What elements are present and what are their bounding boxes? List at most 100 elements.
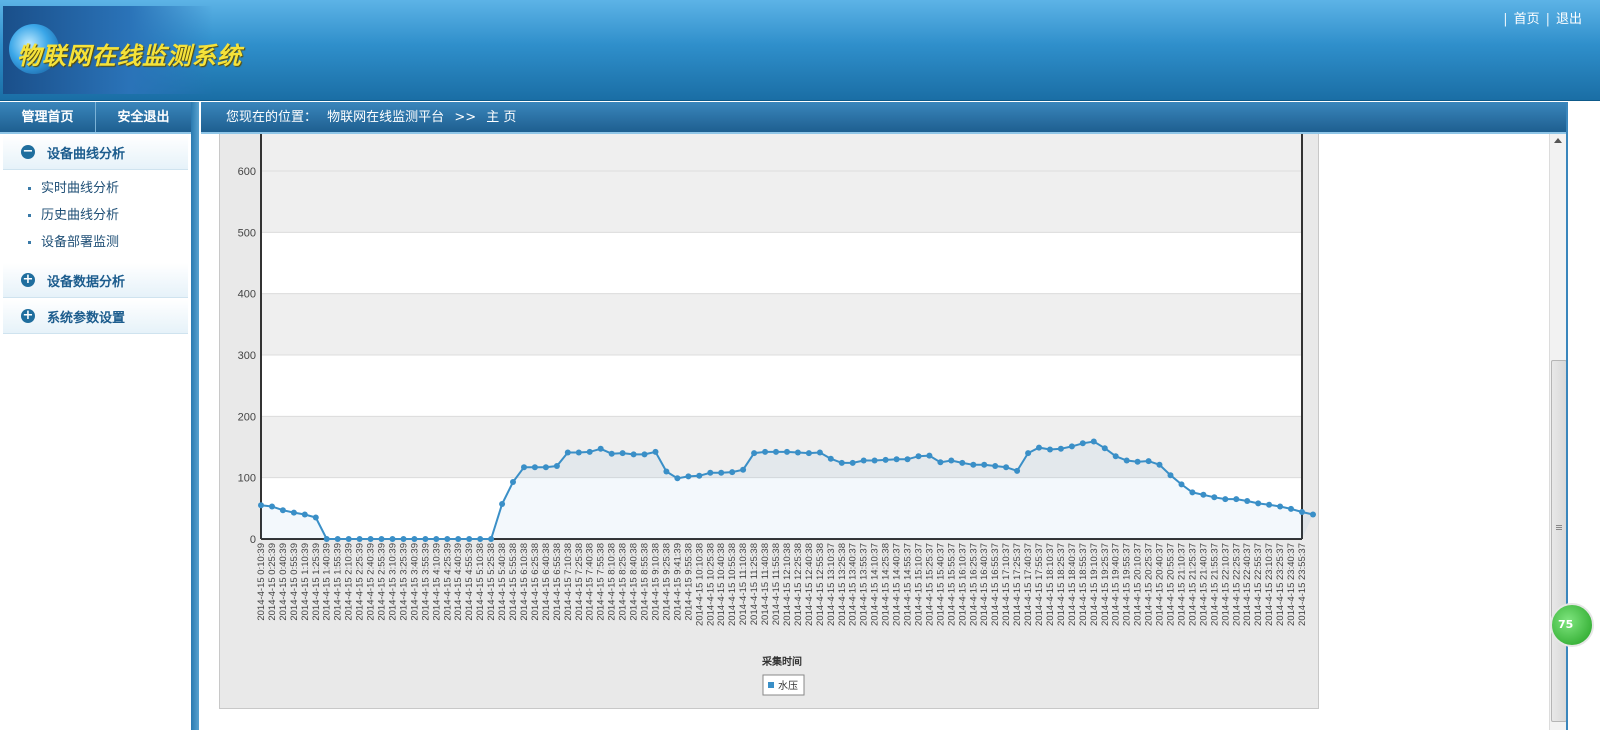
x-tick-label: 2014-4-15 19:40:37 — [1111, 543, 1122, 626]
data-point — [1244, 498, 1251, 504]
data-point — [1036, 444, 1042, 451]
x-tick-label: 2014-4-15 1:10:39 — [300, 543, 311, 621]
x-tick-label: 2014-4-15 15:55:37 — [946, 543, 957, 626]
x-tick-label: 2014-4-15 13:40:37 — [848, 543, 859, 626]
data-point — [378, 536, 385, 542]
sidebar-tabs: 管理首页 安全退出 — [0, 102, 191, 134]
data-point — [1277, 503, 1284, 510]
data-point — [553, 463, 560, 469]
x-tick-label: 2014-4-15 3:10:39 — [387, 543, 398, 621]
scroll-up-icon[interactable] — [1554, 138, 1562, 143]
sidebar-item-deployment-monitor[interactable]: 设备部署监测 — [0, 229, 191, 256]
x-tick-label: 2014-4-15 9:25:38 — [661, 543, 672, 621]
x-tick-label: 2014-4-15 2:10:39 — [344, 543, 355, 621]
x-tick-label: 2014-4-15 10:25:38 — [705, 543, 716, 626]
tab-admin-home[interactable]: 管理首页 — [0, 102, 95, 132]
data-point — [367, 536, 374, 542]
menu-group-data-analysis[interactable]: + 设备数据分析 — [3, 263, 188, 298]
submenu-curve-analysis: 实时曲线分析 历史曲线分析 设备部署监测 — [0, 171, 191, 262]
data-point — [751, 450, 758, 457]
main-content: 0 100 200 300 400 500 600 2014-4-15 0:10:39 2014… — [201, 134, 1549, 730]
menu-group-label: 系统参数设置 — [47, 310, 126, 326]
grid-band — [261, 171, 1302, 233]
data-point — [531, 464, 538, 471]
y-tick-label: 500 — [238, 227, 256, 239]
tab-safe-logout[interactable]: 安全退出 — [95, 102, 191, 132]
data-point — [586, 448, 593, 455]
data-point — [1255, 500, 1262, 507]
plus-circle-icon: + — [21, 308, 35, 323]
x-tick-label: 2014-4-15 8:10:38 — [607, 543, 618, 621]
data-point — [619, 450, 626, 457]
x-tick-label: 2014-4-15 7:55:38 — [596, 543, 607, 621]
y-tick-label: 100 — [238, 473, 256, 485]
scroll-thumb[interactable] — [1551, 360, 1567, 722]
data-point — [477, 536, 484, 542]
data-point — [301, 511, 308, 518]
x-tick-label: 2014-4-15 9:41:39 — [672, 543, 683, 621]
x-tick-label: 2014-4-15 5:55:38 — [508, 543, 519, 621]
sidebar-splitter[interactable] — [191, 102, 199, 730]
menu-group-system-settings[interactable]: + 系统参数设置 — [3, 299, 188, 334]
x-tick-label: 2014-4-15 20:25:37 — [1144, 543, 1155, 626]
x-tick-label: 2014-4-15 4:10:39 — [431, 543, 442, 621]
x-tick-label: 2014-4-15 2:25:39 — [355, 543, 366, 621]
x-tick-label: 2014-4-15 0:40:39 — [278, 543, 289, 621]
grip-icon — [1556, 525, 1562, 526]
data-point — [433, 536, 440, 542]
data-point — [1178, 481, 1185, 488]
data-point — [981, 461, 988, 468]
data-point — [1123, 457, 1130, 464]
x-tick-label: 2014-4-15 0:55:39 — [289, 543, 300, 621]
x-tick-label: 2014-4-15 3:25:39 — [398, 543, 409, 621]
x-tick-label: 2014-4-15 0:10:39 — [256, 543, 267, 621]
x-tick-label: 2014-4-15 2:55:39 — [377, 543, 388, 621]
data-point — [1003, 464, 1010, 471]
x-tick-label: 2014-4-15 15:25:37 — [924, 543, 935, 626]
sidebar-item-realtime-curve[interactable]: 实时曲线分析 — [0, 175, 191, 202]
x-tick-label: 2014-4-15 21:40:37 — [1198, 543, 1209, 626]
data-point — [805, 450, 812, 457]
menu-group-curve-analysis[interactable]: − 设备曲线分析 — [3, 135, 188, 170]
logout-link[interactable]: 退出 — [1556, 12, 1582, 27]
data-point — [1025, 450, 1032, 457]
data-point — [696, 472, 703, 479]
x-tick-label: 2014-4-15 8:25:38 — [618, 543, 629, 621]
data-point — [269, 503, 275, 510]
data-point — [1014, 467, 1021, 474]
data-point — [258, 502, 264, 509]
data-point — [521, 464, 527, 471]
data-point — [948, 457, 955, 464]
sidebar-item-history-curve[interactable]: 历史曲线分析 — [0, 202, 191, 229]
x-tick-label: 2014-4-15 23:10:37 — [1264, 543, 1275, 626]
x-tick-label: 2014-4-15 20:40:37 — [1155, 543, 1166, 626]
home-link[interactable]: 首页 — [1514, 12, 1540, 27]
data-point — [882, 456, 889, 463]
x-tick-label: 2014-4-15 12:55:38 — [815, 543, 826, 626]
x-tick-label: 2014-4-15 16:25:37 — [968, 543, 979, 626]
data-point — [356, 536, 363, 542]
x-tick-label: 2014-4-15 4:40:39 — [453, 543, 464, 621]
data-point — [400, 536, 407, 542]
x-tick-label: 2014-4-15 23:55:37 — [1297, 543, 1308, 626]
x-tick-label: 2014-4-15 16:55:37 — [990, 543, 1001, 626]
status-badge[interactable]: 75 — [1550, 603, 1594, 647]
x-tick-label: 2014-4-15 14:40:37 — [892, 543, 903, 626]
x-tick-label: 2014-4-15 1:55:39 — [333, 543, 344, 621]
data-point — [411, 536, 418, 542]
data-point — [1057, 445, 1064, 452]
data-point — [1090, 438, 1097, 445]
data-point — [345, 536, 352, 542]
data-point — [729, 469, 736, 476]
x-tick-label: 2014-4-15 11:55:38 — [771, 543, 782, 625]
x-tick-label: 2014-4-15 7:25:38 — [574, 543, 585, 621]
data-point — [510, 479, 516, 485]
x-tick-label: 2014-4-15 10:10:38 — [694, 543, 705, 626]
x-tick-label: 2014-4-15 9:10:38 — [650, 543, 661, 621]
x-tick-label: 2014-4-15 18:10:37 — [1045, 543, 1056, 626]
data-point — [937, 459, 944, 466]
x-tick-label: 2014-4-15 11:25:38 — [749, 543, 760, 625]
data-point — [794, 449, 801, 456]
legend-swatch — [768, 682, 774, 688]
x-tick-label: 2014-4-15 21:55:37 — [1209, 543, 1220, 626]
